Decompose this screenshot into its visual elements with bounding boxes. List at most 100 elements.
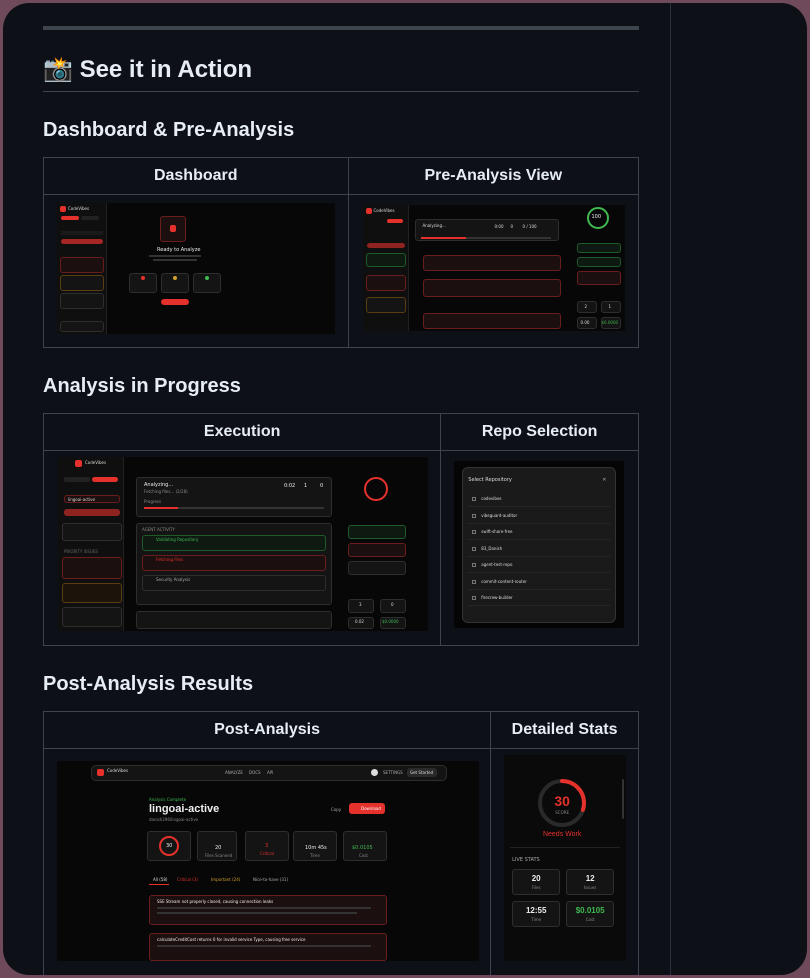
pre-timer: 0:00 bbox=[494, 224, 504, 229]
section-heading: 📸 See it in Action bbox=[43, 55, 639, 92]
readme-frame: 📸 See it in Action Dashboard & Pre-Analy… bbox=[3, 3, 807, 975]
stat-value: 12 bbox=[585, 874, 595, 883]
live-stat: 0 bbox=[391, 602, 394, 607]
repo-checkbox[interactable] bbox=[472, 497, 477, 501]
nav-analyze[interactable]: ANALYZE bbox=[225, 770, 243, 775]
repo-item[interactable]: agent-test-repo bbox=[481, 562, 512, 567]
download-button[interactable]: Download bbox=[361, 806, 381, 811]
repo-divider bbox=[468, 572, 611, 573]
priority-issues-heading: PRIORITY ISSUES bbox=[64, 549, 98, 554]
issues-count: 0 bbox=[320, 483, 324, 489]
status-label: Analysis Complete bbox=[149, 797, 187, 802]
progress-bar bbox=[144, 507, 324, 509]
close-icon[interactable]: ✕ bbox=[602, 477, 606, 483]
repo-item[interactable]: swift-share-free bbox=[481, 529, 512, 534]
stat-card-label: Cost bbox=[359, 853, 368, 858]
stat-card-value: $0.0105 bbox=[352, 845, 373, 851]
app-name: CodeVibes bbox=[85, 460, 107, 465]
progress-label: Progress bbox=[144, 499, 162, 504]
stat-label: Issues bbox=[583, 885, 597, 890]
pre-live-stat: 1 bbox=[608, 304, 612, 309]
nav-docs[interactable]: DOCS bbox=[249, 770, 261, 775]
column-header: Dashboard bbox=[43, 157, 349, 195]
repo-checkbox[interactable] bbox=[472, 546, 477, 551]
column-header: Execution bbox=[42, 413, 442, 451]
nav-api[interactable]: API bbox=[267, 770, 273, 775]
execution-screenshot[interactable]: CodeVibes lingoai-active PRIORITY ISSUES… bbox=[58, 457, 428, 631]
pre-analysis-screenshot[interactable]: CodeVibes Analyzing... 0:00 0 0 / 100 10… bbox=[362, 205, 625, 331]
stat-card-value: 3 bbox=[265, 843, 269, 849]
issue-title[interactable]: calculateCreditCost returns 0 for invali… bbox=[157, 937, 306, 942]
repo-checkbox[interactable] bbox=[472, 596, 477, 600]
app-name: CodeVibes bbox=[107, 768, 129, 773]
screenshot-table-progress: Execution Repo Selection CodeVibes lingo… bbox=[42, 413, 639, 646]
timer: 0:02 bbox=[284, 483, 296, 489]
repo-item[interactable]: 83_Danish bbox=[481, 546, 502, 551]
nav-settings[interactable]: SETTINGS bbox=[383, 770, 403, 775]
dashboard-screenshot[interactable]: CodeVibes Ready to Analyze bbox=[57, 203, 335, 334]
repo-divider bbox=[468, 506, 611, 507]
repo-item[interactable]: codevibes bbox=[481, 496, 501, 501]
repo-checkbox[interactable] bbox=[472, 563, 477, 567]
tab-important[interactable]: Important (24) bbox=[211, 877, 240, 882]
screenshot-cell: 30 SCORE Needs Work LIVE STATS 20 Files … bbox=[490, 748, 639, 975]
stat-value: 20 bbox=[531, 874, 541, 883]
tab-all[interactable]: All (58) bbox=[153, 877, 167, 882]
post-score: 30 bbox=[166, 843, 173, 849]
live-stat: 0.02 bbox=[355, 619, 364, 624]
column-header: Detailed Stats bbox=[490, 711, 639, 749]
repo-checkbox[interactable] bbox=[472, 579, 477, 584]
section-title: See it in Action bbox=[79, 56, 253, 83]
column-header: Repo Selection bbox=[440, 413, 639, 451]
subheading-results: Post-Analysis Results bbox=[43, 673, 254, 695]
stat-card-label: Critical bbox=[260, 851, 274, 856]
repo-selection-screenshot[interactable]: Select Repository ✕ codevibes vibeguard-a… bbox=[454, 461, 625, 628]
repo-owner: danish296/lingoai-active bbox=[149, 817, 199, 822]
pre-live-stat: 0.00 bbox=[580, 320, 590, 325]
post-analysis-screenshot[interactable]: CodeVibes ANALYZE DOCS API SETTINGS Get … bbox=[57, 761, 479, 961]
live-stat: 3 bbox=[359, 602, 362, 607]
activity-item: Validating Repository bbox=[156, 537, 199, 542]
repo-item[interactable]: vibeguard-auditor bbox=[481, 513, 517, 518]
subheading-progress: Analysis in Progress bbox=[43, 375, 241, 397]
screenshot-cell: Select Repository ✕ codevibes vibeguard-a… bbox=[440, 450, 639, 646]
column-header: Post-Analysis bbox=[42, 711, 492, 749]
score-label: SCORE bbox=[555, 810, 570, 815]
stat-label: Time bbox=[531, 917, 542, 922]
pre-live-stat: 2 bbox=[584, 304, 588, 309]
app-name: CodeVibes bbox=[373, 208, 395, 213]
score-value: 30 bbox=[554, 793, 570, 809]
stat-value: $0.0105 bbox=[575, 906, 605, 915]
issue-title[interactable]: SSE Stream not properly closed, causing … bbox=[157, 899, 273, 904]
repo-item[interactable]: firecrew-builder bbox=[481, 595, 512, 600]
camera-emoji-icon: 📸 bbox=[43, 56, 73, 83]
detailed-stats-screenshot[interactable]: 30 SCORE Needs Work LIVE STATS 20 Files … bbox=[504, 755, 627, 961]
pre-issues: 0 / 100 bbox=[522, 224, 537, 229]
modal-title: Select Repository bbox=[468, 477, 512, 483]
ready-title: Ready to Analyze bbox=[157, 247, 201, 253]
repo-checkbox[interactable] bbox=[472, 513, 477, 518]
screenshot-cell: CodeVibes ANALYZE DOCS API SETTINGS Get … bbox=[42, 748, 492, 975]
active-repo: lingoai-active bbox=[68, 497, 95, 502]
repo-divider bbox=[468, 522, 611, 524]
fetching-label: Fetching files... (2/28) bbox=[144, 489, 188, 494]
screenshot-table-dashboard: Dashboard Pre-Analysis View CodeVibes Re… bbox=[43, 157, 639, 348]
get-started-button[interactable]: Get Started bbox=[410, 770, 433, 775]
repo-checkbox[interactable] bbox=[472, 530, 477, 534]
tab-critical[interactable]: Critical (3) bbox=[177, 877, 198, 882]
repo-item[interactable]: commit-content-router bbox=[481, 579, 527, 584]
activity-item: Fetching Files bbox=[156, 557, 184, 562]
progress-fill bbox=[144, 507, 179, 509]
sidebar-divider bbox=[670, 3, 671, 975]
stat-value: 12:55 bbox=[525, 906, 547, 915]
repo-divider bbox=[468, 588, 611, 590]
activity-item: Security Analysis bbox=[156, 577, 191, 582]
screenshot-cell: CodeVibes lingoai-active PRIORITY ISSUES… bbox=[42, 450, 442, 646]
stat-label: Files bbox=[531, 885, 541, 890]
tab-nice-to-have[interactable]: Nice-to-have (31) bbox=[253, 877, 288, 882]
files-count: 1 bbox=[304, 483, 308, 489]
copy-button[interactable]: Copy bbox=[331, 807, 341, 812]
live-stat: $0.0000 bbox=[382, 619, 399, 624]
pre-files: 0 bbox=[510, 224, 514, 229]
pre-score: 100 bbox=[591, 214, 602, 220]
